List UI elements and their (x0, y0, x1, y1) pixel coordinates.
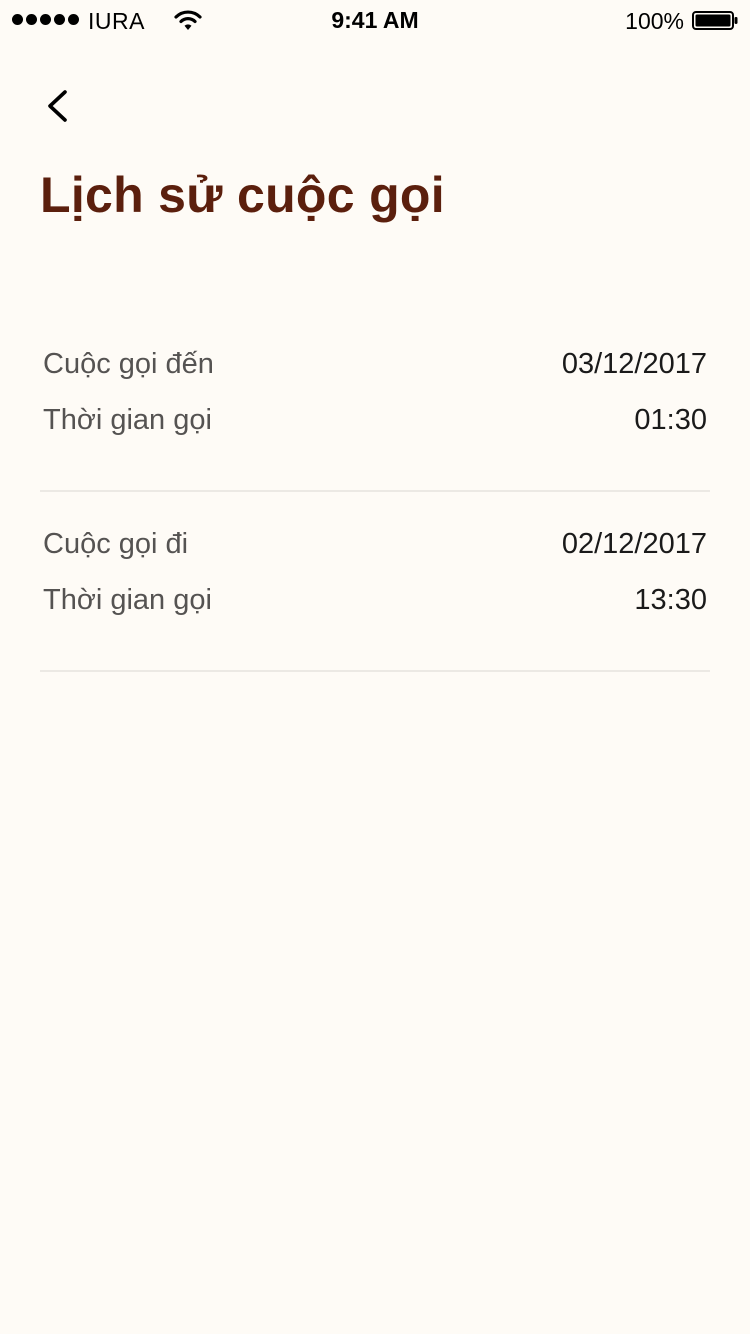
page-title: Lịch sử cuộc gọi (40, 167, 445, 223)
call-duration: 13:30 (634, 583, 707, 616)
call-duration-row: Thời gian gọi 13:30 (40, 572, 710, 628)
chevron-left-icon (48, 90, 67, 122)
status-bar: IURA 9:41 AM 100% (0, 0, 750, 40)
call-type-label: Cuộc gọi đi (43, 527, 189, 560)
call-record[interactable]: Cuộc gọi đến 03/12/2017 Thời gian gọi 01… (40, 312, 710, 492)
call-duration-label: Thời gian gọi (43, 403, 212, 436)
back-button[interactable] (36, 82, 80, 130)
call-history-list: Cuộc gọi đến 03/12/2017 Thời gian gọi 01… (40, 312, 710, 672)
call-type-row: Cuộc gọi đến 03/12/2017 (40, 336, 710, 392)
call-date: 02/12/2017 (561, 527, 707, 560)
call-type-row: Cuộc gọi đi 02/12/2017 (40, 516, 710, 572)
call-type-label: Cuộc gọi đến (43, 347, 214, 380)
call-record[interactable]: Cuộc gọi đi 02/12/2017 Thời gian gọi 13:… (40, 492, 710, 672)
battery-percentage: 100% (625, 8, 684, 34)
battery-icon (692, 11, 738, 30)
call-duration: 01:30 (634, 403, 707, 436)
call-duration-row: Thời gian gọi 01:30 (40, 392, 710, 448)
call-date: 03/12/2017 (561, 347, 707, 380)
call-duration-label: Thời gian gọi (43, 583, 212, 616)
